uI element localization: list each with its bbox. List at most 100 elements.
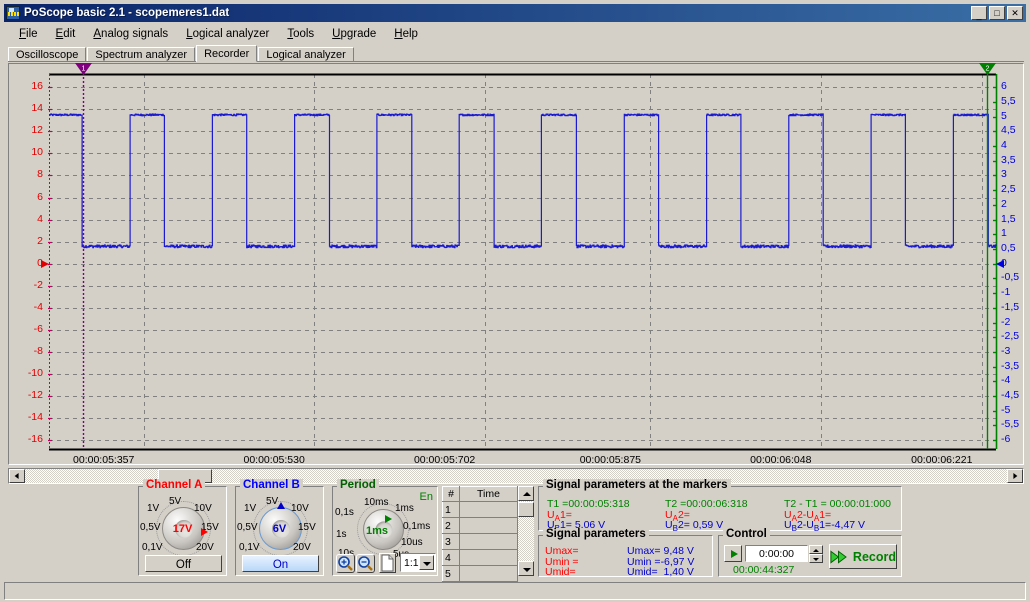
table-row[interactable]: 3 (442, 533, 518, 550)
channel-b-tick-20v: 20V (293, 542, 311, 553)
fast-forward-icon (830, 549, 847, 564)
channel-b-knob-pointer (277, 502, 285, 509)
zoom-in-icon (338, 556, 353, 571)
arrow-left-icon (14, 473, 19, 479)
marker-parameters-title: Signal parameters at the markers (543, 479, 731, 491)
record-button[interactable]: Record (829, 544, 897, 569)
play-icon (731, 550, 738, 558)
recorder-plot[interactable]: 16 14 12 10 8 6 4 2 0 -2 -4 -6 -8 -10 -12 -14 -16 6 5,5 5 4,… (8, 63, 1024, 480)
control-panel: Control 0:00:00 00:00:44:327 Record (718, 528, 902, 577)
row-time (459, 501, 518, 518)
svg-text:2: 2 (985, 66, 989, 73)
row-num: 4 (442, 549, 460, 566)
tab-spectrum-analyzer[interactable]: Spectrum analyzer (87, 47, 196, 62)
channel-a-tick-1v: 1V (147, 503, 160, 514)
spin-down-icon (813, 558, 819, 561)
close-icon: ✕ (1011, 8, 1019, 18)
record-label: Record (852, 549, 896, 564)
play-button[interactable] (724, 545, 742, 562)
maximize-button[interactable]: □ (989, 6, 1005, 20)
period-tick-0.1s: 0,1s (335, 507, 354, 518)
row-time (459, 517, 518, 534)
channel-b-tick-0.1v: 0,1V (239, 542, 260, 553)
menu-item-help[interactable]: Help (385, 26, 427, 42)
channel-a-knob-pointer (201, 528, 208, 536)
time-spin-up-button[interactable] (809, 545, 823, 554)
period-title: Period (337, 479, 379, 491)
period-value: 1ms (365, 525, 389, 537)
maximize-icon: □ (994, 8, 1000, 18)
window-title: PoScope basic 2.1 - scopemeres1.dat (24, 7, 230, 19)
signal-b-umid: Umid= 1,40 V (627, 566, 694, 578)
table-row[interactable]: 4 (442, 549, 518, 566)
tab-oscilloscope[interactable]: Oscilloscope (8, 47, 87, 62)
signal-parameters-title: Signal parameters (543, 528, 649, 540)
control-elapsed-time: 00:00:44:327 (733, 564, 795, 576)
marker-t2-value: 00:00:06:318 (686, 498, 748, 510)
menu-item-file[interactable]: File (10, 26, 47, 42)
channel-a-toggle-button[interactable]: Off (145, 555, 222, 572)
channel-a-tick-10v: 10V (194, 503, 212, 514)
time-table[interactable]: # Time 1 2 3 4 5 (442, 486, 518, 582)
minimize-button[interactable]: _ (971, 6, 987, 20)
marker-ub2: UB2= 0,59 V (665, 519, 724, 534)
table-scroll-down-button[interactable] (518, 561, 534, 576)
arrow-right-icon (1013, 473, 1018, 479)
marker-ub2-value: 0,59 V (692, 519, 724, 531)
time-table-header-num: # (442, 486, 460, 502)
time-table-panel: # Time 1 2 3 4 5 (442, 486, 534, 582)
zoom-out-button[interactable] (356, 554, 375, 573)
table-row[interactable]: 2 (442, 517, 518, 534)
time-table-scrollbar[interactable] (518, 486, 534, 576)
menu-item-upgrade[interactable]: Upgrade (323, 26, 385, 42)
menu-item-logical-analyzer[interactable]: Logical analyzer (177, 26, 278, 42)
channel-a-panel: Channel A 17V 5V 10V 15V 20V 0,1V 0,5V 1… (138, 479, 227, 576)
table-scroll-up-button[interactable] (518, 486, 534, 501)
new-page-button[interactable] (379, 553, 396, 573)
cursor-left-channel-a[interactable] (41, 259, 49, 268)
plot-canvas (48, 73, 998, 451)
channel-b-tick-1v: 1V (244, 503, 257, 514)
cursor-right-channel-b[interactable] (996, 259, 1004, 268)
channel-b-toggle-button[interactable]: On (242, 555, 319, 572)
menu-item-analog-signals[interactable]: Analog signals (84, 26, 177, 42)
signal-parameters-panel: Signal parameters Umax= Umin = Umid= Uma… (538, 528, 713, 578)
menu-item-tools[interactable]: Tools (278, 26, 323, 42)
signal-a-umid-label: Umid= (545, 566, 576, 578)
tab-recorder[interactable]: Recorder (196, 45, 258, 62)
tab-strip: Oscilloscope Spectrum analyzer Recorder Log… (8, 45, 1024, 62)
poscope-icon (6, 6, 20, 20)
marker-t1-value: 00:00:05:318 (568, 498, 630, 510)
marker-parameters-panel: Signal parameters at the markers T1 =00:… (538, 479, 902, 534)
table-row[interactable]: 5 (442, 565, 518, 582)
marker-ubdiff: UB2-UB1=-4,47 V (784, 519, 866, 534)
signal-b-umid-label: Umid= (627, 566, 658, 578)
period-ratio-dropdown-button[interactable] (419, 555, 434, 570)
minimize-icon: _ (976, 10, 982, 20)
window-buttons: _ □ ✕ (971, 6, 1024, 20)
close-button[interactable]: ✕ (1007, 6, 1023, 20)
period-enable-label[interactable]: En (420, 491, 433, 503)
row-num: 3 (442, 533, 460, 550)
scroll-left-button[interactable] (9, 469, 25, 483)
tab-underline (8, 61, 1024, 62)
marker-flag-1[interactable]: 1 (74, 63, 92, 76)
zoom-in-button[interactable] (336, 554, 355, 573)
scroll-right-button[interactable] (1007, 469, 1023, 483)
marker-flag-2[interactable]: 2 (978, 63, 996, 76)
signal-b-umid-value: 1,40 V (663, 566, 694, 578)
table-scrollbar-thumb[interactable] (518, 502, 534, 517)
arrow-up-icon (523, 492, 531, 496)
table-row[interactable]: 1 (442, 501, 518, 518)
tab-logical-analyzer[interactable]: Logical analyzer (258, 47, 354, 62)
channel-a-tick-5v: 5V (169, 496, 182, 507)
channel-b-panel: Channel B 6V 5V 10V 15V 20V 0,1V 0,5V 1V… (235, 479, 324, 576)
menu-item-edit[interactable]: Edit (47, 26, 85, 42)
poscope-window: PoScope basic 2.1 - scopemeres1.dat _ □ … (0, 0, 1030, 602)
row-num: 2 (442, 517, 460, 534)
marker-tdiff-value: 00:00:01:000 (829, 498, 891, 510)
control-time-input[interactable]: 0:00:00 (745, 545, 808, 562)
channel-a-value: 17V (172, 523, 193, 535)
time-spin-down-button[interactable] (809, 554, 823, 563)
time-table-header-time: Time (459, 486, 518, 502)
